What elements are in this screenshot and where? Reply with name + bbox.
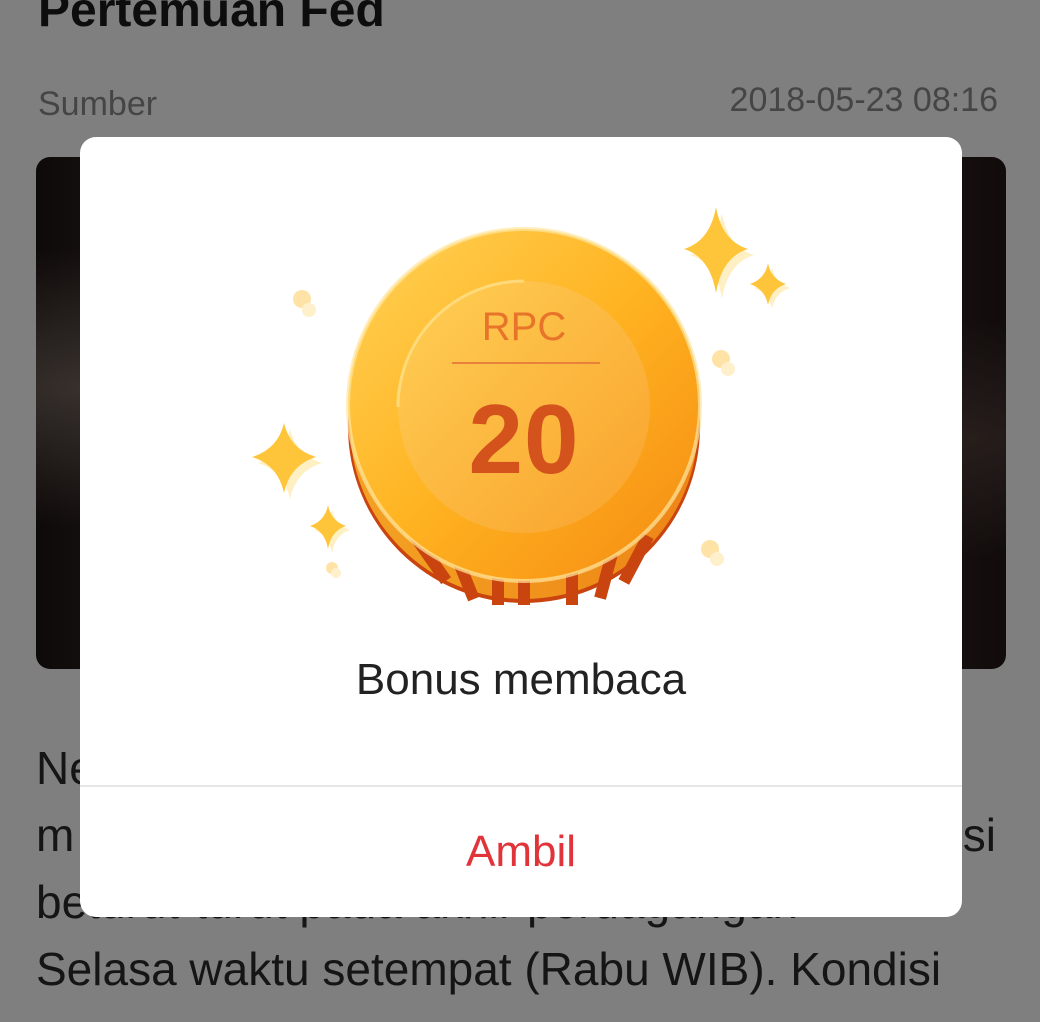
sparkle-icon [310,505,350,553]
coin-amount: 20 [468,384,580,494]
sparkle-icon [252,423,322,499]
claim-button[interactable]: Ambil [80,787,962,917]
reward-label: Bonus membaca [355,655,687,704]
sparkle-icon [684,207,754,299]
reward-dialog: RPC 20 Bonus membaca Ambil [80,137,962,917]
sparkle-icon [750,263,790,309]
coin-divider [452,362,600,364]
page: Pertemuan Fed Sumber 2018-05-23 08:16 Ne… [0,0,1040,1022]
coin-unit-label: RPC [481,305,567,349]
